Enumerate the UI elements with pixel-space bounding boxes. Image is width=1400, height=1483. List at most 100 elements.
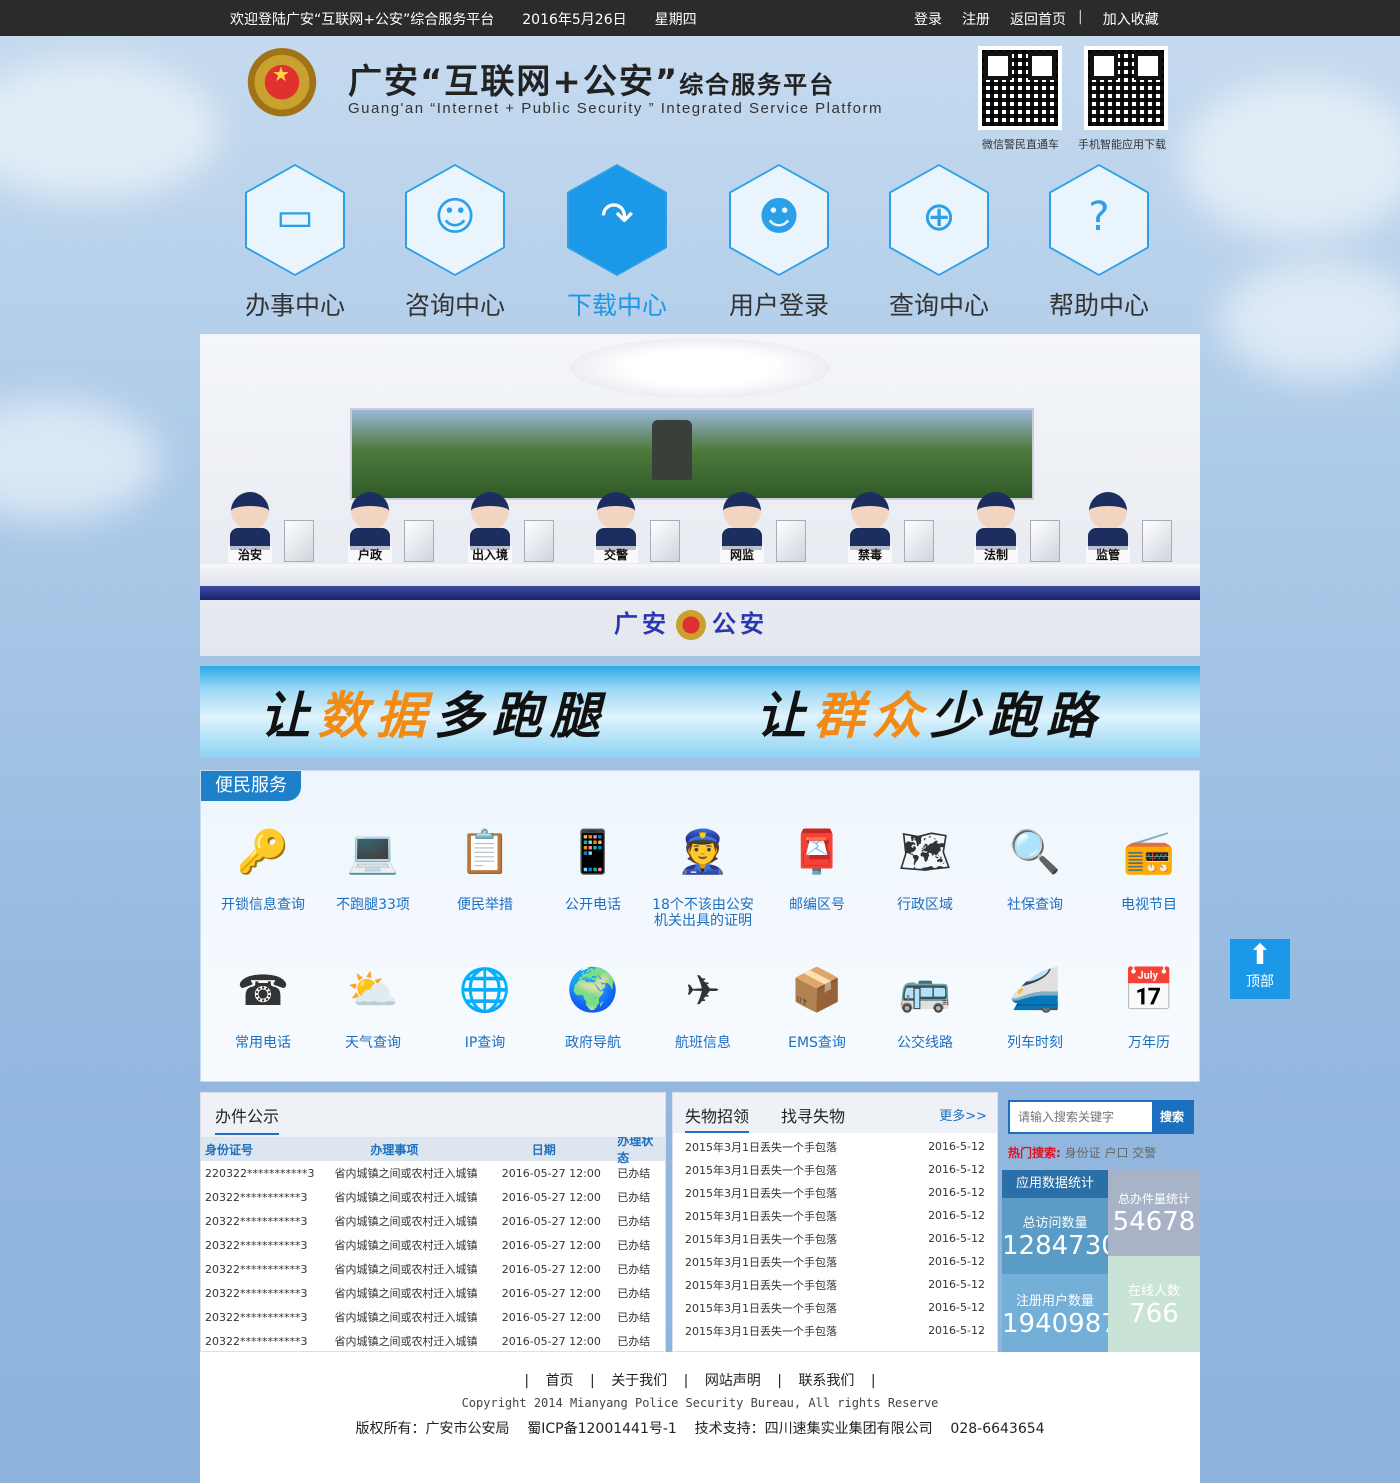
officer-6[interactable]: 法制 bbox=[974, 492, 1018, 563]
nav-item-3[interactable]: ☻ 用户登录 bbox=[714, 164, 844, 322]
list-item[interactable]: 2015年3月1日丢失一个手包落 2016-5-12 bbox=[673, 1204, 997, 1227]
service-train[interactable]: 🚄 列车时刻 bbox=[975, 955, 1095, 1051]
home-link[interactable]: 返回首页 bbox=[1010, 9, 1066, 29]
police-emblem-logo bbox=[244, 48, 320, 124]
date-cell: 2016-05-27 12:00 bbox=[501, 1166, 601, 1180]
nav-item-4[interactable]: ⊕ 查询中心 bbox=[874, 164, 1004, 322]
download-arrow-icon: ↷ bbox=[567, 164, 667, 276]
service-radio[interactable]: 📻 电视节目 bbox=[1089, 817, 1209, 913]
search-box: 搜索 bbox=[1008, 1100, 1194, 1134]
service-mailbox[interactable]: 📮 邮编区号 bbox=[757, 817, 877, 913]
date-cell: 2016-05-27 12:00 bbox=[501, 1310, 601, 1324]
list-item[interactable]: 2015年3月1日丢失一个手包落 2016-5-12 bbox=[673, 1135, 997, 1158]
stat-online-label: 在线人数 bbox=[1127, 1284, 1180, 1299]
search-input[interactable] bbox=[1010, 1102, 1152, 1132]
officer-4[interactable]: 网监 bbox=[720, 492, 764, 563]
nav-item-5[interactable]: ? 帮助中心 bbox=[1034, 164, 1164, 322]
lost-found-list: 2015年3月1日丢失一个手包落 2016-5-12 2015年3月1日丢失一个手包… bbox=[673, 1133, 997, 1342]
table-row[interactable]: 20322***********3 省内城镇之间或农村迁入城镇 2016-05-27… bbox=[201, 1185, 665, 1209]
service-magnifier[interactable]: 🔍 社保查询 bbox=[975, 817, 1095, 913]
search-button[interactable]: 搜索 bbox=[1152, 1102, 1192, 1132]
service-label: 电视节目 bbox=[1121, 897, 1177, 913]
table-row[interactable]: 220322***********3 省内城镇之间或农村迁入城镇 2016-05-2… bbox=[201, 1161, 665, 1185]
site-header: 广安“互联网+公安”综合服务平台 Guang'an “Internet + Pu… bbox=[200, 36, 1200, 334]
service-hall-banner: 广安 公安 治安 户政 出入境 交警 网监 禁毒 法制 监管 bbox=[200, 334, 1200, 656]
table-row[interactable]: 20322***********3 省内城镇之间或农村迁入城镇 2016-05-27… bbox=[201, 1209, 665, 1233]
lost-item-date: 2016-5-12 bbox=[928, 1209, 985, 1222]
service-plane[interactable]: ✈ 航班信息 bbox=[643, 955, 763, 1052]
tab-seek-lost[interactable]: 找寻失物 bbox=[781, 1103, 845, 1127]
service-label: 开锁信息查询 bbox=[221, 897, 305, 913]
nav-label: 办事中心 bbox=[244, 291, 345, 320]
service-telephone[interactable]: ☎ 常用电话 bbox=[203, 955, 323, 1052]
register-link[interactable]: 注册 bbox=[962, 9, 990, 29]
list-item[interactable]: 2015年3月1日丢失一个手包落 2016-5-12 bbox=[673, 1181, 997, 1204]
stat-visits-value: 1284730 bbox=[1002, 1231, 1118, 1261]
service-globe-stand[interactable]: 🌍 政府导航 bbox=[533, 955, 653, 1051]
hot-search-terms[interactable]: 身份证 户口 交警 bbox=[1065, 1146, 1157, 1160]
officer-3[interactable]: 交警 bbox=[594, 492, 638, 563]
service-label: 行政区域 bbox=[897, 897, 953, 913]
stat-online: 在线人数 766 bbox=[1108, 1256, 1200, 1352]
back-to-top-button[interactable]: ⬆ 顶部 bbox=[1230, 939, 1290, 999]
service-key[interactable]: 🔑 开锁信息查询 bbox=[203, 817, 323, 913]
nav-item-2[interactable]: ↷ 下载中心 bbox=[552, 164, 682, 322]
officer-head-icon bbox=[851, 492, 889, 530]
services-tab[interactable]: 便民服务 bbox=[201, 771, 301, 801]
officer-1[interactable]: 户政 bbox=[348, 492, 392, 563]
footer-link-home[interactable]: 首页 bbox=[546, 1373, 574, 1389]
officer-7[interactable]: 监管 bbox=[1086, 492, 1130, 563]
table-row[interactable]: 20322***********3 省内城镇之间或农村迁入城镇 2016-05-27… bbox=[201, 1305, 665, 1329]
list-item[interactable]: 2015年3月1日丢失一个手包落 2016-5-12 bbox=[673, 1319, 997, 1342]
table-row[interactable]: 20322***********3 省内城镇之间或农村迁入城镇 2016-05-27… bbox=[201, 1281, 665, 1305]
lost-item-date: 2016-5-12 bbox=[928, 1255, 985, 1268]
list-item[interactable]: 2015年3月1日丢失一个手包落 2016-5-12 bbox=[673, 1158, 997, 1181]
service-calendar[interactable]: 📅 万年历 bbox=[1089, 955, 1209, 1051]
service-label: 18个不该由公安机关出具的证明 bbox=[652, 897, 754, 929]
nav-item-1[interactable]: ☺ 咨询中心 bbox=[390, 164, 520, 322]
service-ems[interactable]: 📦 EMS查询 bbox=[757, 955, 877, 1051]
nav-label: 咨询中心 bbox=[404, 291, 505, 320]
service-globe[interactable]: 🌐 IP查询 bbox=[425, 955, 545, 1051]
nav-label: 下载中心 bbox=[566, 291, 667, 320]
footer-link-statement[interactable]: 网站声明 bbox=[705, 1373, 761, 1389]
list-item[interactable]: 2015年3月1日丢失一个手包落 2016-5-12 bbox=[673, 1273, 997, 1296]
service-clipboard[interactable]: 📋 便民举措 bbox=[425, 817, 545, 913]
nav-item-0[interactable]: ▭ 办事中心 bbox=[230, 164, 360, 322]
stat-users-value: 1940987 bbox=[1002, 1309, 1118, 1339]
list-item[interactable]: 2015年3月1日丢失一个手包落 2016-5-12 bbox=[673, 1250, 997, 1273]
date-cell: 2016-05-27 12:00 bbox=[501, 1334, 601, 1348]
id-cell: 20322***********3 bbox=[205, 1334, 308, 1348]
service-laptop[interactable]: 💻 不跑腿33项 bbox=[313, 817, 433, 913]
cases-title[interactable]: 办件公示 bbox=[215, 1103, 280, 1135]
stat-cases: 总办件量统计 54678 bbox=[1108, 1170, 1200, 1256]
sidebar: 搜索 热门搜索: 身份证 户口 交警 总访问数量 1284730 总办件量统计 … bbox=[1002, 1092, 1200, 1352]
service-map[interactable]: 🗺 行政区域 bbox=[865, 817, 985, 913]
officer-2[interactable]: 出入境 bbox=[468, 492, 512, 563]
tab-lost-found[interactable]: 失物招领 bbox=[685, 1103, 750, 1133]
table-row[interactable]: 20322***********3 省内城镇之间或农村迁入城镇 2016-05-27… bbox=[201, 1233, 665, 1257]
lost-item-title: 2015年3月1日丢失一个手包落 bbox=[685, 1232, 837, 1246]
service-phone[interactable]: 📱 公开电话 bbox=[533, 817, 653, 913]
footer-link-contact[interactable]: 联系我们 bbox=[798, 1373, 854, 1389]
officer-5[interactable]: 禁毒 bbox=[848, 492, 892, 563]
service-police[interactable]: 👮 18个不该由公安机关出具的证明 bbox=[643, 817, 763, 929]
officer-0[interactable]: 治安 bbox=[228, 492, 272, 563]
user-icon: ☻ bbox=[729, 164, 829, 276]
login-link[interactable]: 登录 bbox=[914, 9, 942, 29]
id-cell: 20322***********3 bbox=[205, 1310, 308, 1324]
list-item[interactable]: 2015年3月1日丢失一个手包落 2016-5-12 bbox=[673, 1296, 997, 1319]
service-label: 便民举措 bbox=[457, 897, 513, 913]
officer-label: 网监 bbox=[720, 546, 764, 563]
table-row[interactable]: 20322***********3 省内城镇之间或农村迁入城镇 2016-05-27… bbox=[201, 1329, 665, 1351]
service-weather[interactable]: ⛅ 天气查询 bbox=[313, 955, 433, 1051]
service-label: 天气查询 bbox=[345, 1035, 401, 1051]
footer-link-about[interactable]: 关于我们 bbox=[611, 1373, 667, 1389]
convenience-services: 便民服务 🔑 开锁信息查询 💻 不跑腿33项 📋 便民举措 📱 公开电话 👮 18个不该由公安机关… bbox=[200, 770, 1200, 1082]
desk-band bbox=[200, 586, 1200, 600]
more-link[interactable]: 更多>> bbox=[939, 1105, 987, 1124]
service-bus[interactable]: 🚌 公交线路 bbox=[865, 955, 985, 1051]
list-item[interactable]: 2015年3月1日丢失一个手包落 2016-5-12 bbox=[673, 1227, 997, 1250]
add-favorite-link[interactable]: 加入收藏 bbox=[1103, 9, 1159, 29]
table-row[interactable]: 20322***********3 省内城镇之间或农村迁入城镇 2016-05-27… bbox=[201, 1257, 665, 1281]
